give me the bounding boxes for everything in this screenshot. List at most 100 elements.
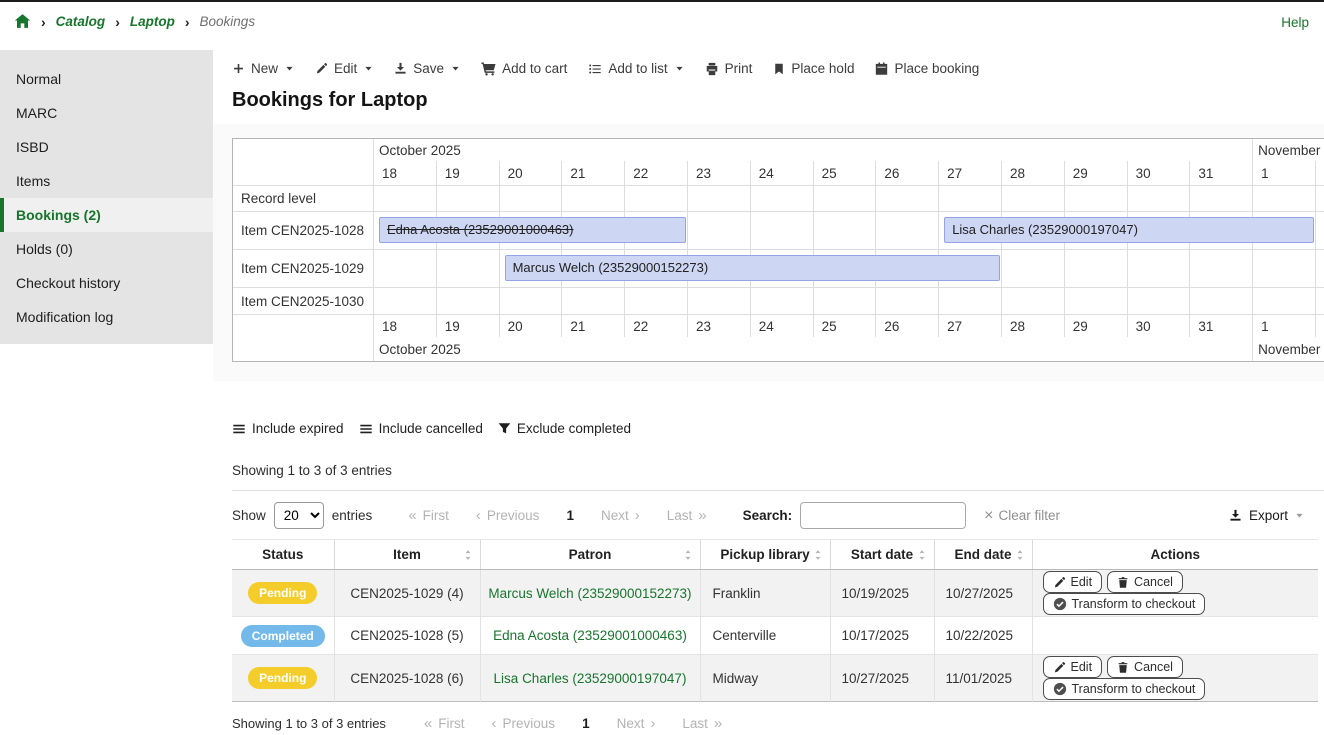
column-header-end-date[interactable]: End date	[934, 540, 1032, 570]
start-date-cell: 10/27/2025	[830, 655, 934, 702]
pagination-next[interactable]: Next›	[601, 508, 640, 523]
place-booking-button[interactable]: Place booking	[875, 61, 979, 76]
timeline-cell	[1189, 287, 1252, 314]
place-hold-button[interactable]: Place hold	[773, 61, 854, 76]
table-footer: Showing 1 to 3 of 3 entries «First‹Previ…	[232, 716, 1324, 731]
breadcrumb-laptop[interactable]: Laptop	[130, 14, 175, 29]
export-button[interactable]: Export	[1223, 507, 1310, 524]
sidebar-item-bookings-2[interactable]: Bookings (2)	[0, 198, 213, 232]
toolbar-button-label: Save	[413, 61, 444, 76]
check-circle-icon	[1053, 597, 1067, 611]
timeline-cell	[813, 287, 876, 314]
timeline-cell	[436, 249, 499, 287]
pagination-label: Last	[682, 716, 708, 731]
table-row: PendingCEN2025-1028 (6)Lisa Charles (235…	[232, 655, 1318, 702]
booking-bar[interactable]: Marcus Welch (23529000152273)	[505, 255, 1000, 281]
sidebar-item-normal[interactable]: Normal	[0, 62, 213, 96]
pagination-label: First	[438, 716, 464, 731]
timeline-day-label: 30	[1127, 161, 1190, 185]
breadcrumb-current: Bookings	[200, 14, 256, 29]
page-length-select[interactable]: 20	[274, 502, 324, 529]
timeline-footer-corner	[233, 337, 373, 361]
caret-down-icon	[364, 64, 373, 73]
column-header-pickup-library[interactable]: Pickup library	[700, 540, 830, 570]
timeline-day-label: 21	[561, 314, 624, 337]
pagination-label: 1	[582, 716, 590, 731]
new-button[interactable]: New	[232, 61, 294, 76]
include-expired-filter-button[interactable]: Include expired	[232, 421, 344, 436]
printer-icon	[705, 62, 719, 76]
timeline-day-label: 22	[624, 161, 687, 185]
timeline-day-label: 23	[687, 314, 750, 337]
edit-button[interactable]: Edit	[1043, 656, 1103, 678]
pagination-first[interactable]: «First	[408, 508, 449, 523]
timeline-cell	[1252, 287, 1315, 314]
status-badge: Pending	[248, 582, 317, 604]
column-header-start-date[interactable]: Start date	[830, 540, 934, 570]
pagination-previous[interactable]: ‹Previous	[476, 508, 540, 523]
save-button[interactable]: Save	[394, 61, 460, 76]
patron-cell: Marcus Welch (23529000152273)	[480, 570, 700, 617]
home-icon[interactable]	[14, 13, 31, 30]
column-header-item[interactable]: Item	[334, 540, 480, 570]
timeline-day-label: 26	[875, 314, 938, 337]
filter-label: Include cancelled	[379, 421, 483, 436]
table-controls: Show 20 entries «First‹Previous1Next›Las…	[232, 502, 1324, 529]
column-header-label: Item	[393, 547, 421, 562]
sidebar-item-holds-0[interactable]: Holds (0)	[0, 232, 213, 266]
column-header-label: Pickup library	[720, 547, 809, 562]
transform-to-checkout-button[interactable]: Transform to checkout	[1043, 593, 1206, 615]
edit-button[interactable]: Edit	[315, 61, 373, 76]
edit-button[interactable]: Edit	[1043, 571, 1103, 593]
timeline-row-label: Item CEN2025-1030	[233, 287, 373, 314]
pagination-first[interactable]: «First	[424, 716, 465, 731]
sort-icon	[462, 549, 474, 564]
clear-filter-button[interactable]: ×Clear filter	[978, 507, 1066, 525]
patron-link[interactable]: Edna Acosta (23529001000463)	[493, 628, 687, 643]
pagination-next[interactable]: Next›	[617, 716, 656, 731]
booking-bar[interactable]: Lisa Charles (23529000197047)	[944, 217, 1314, 243]
cancel-button[interactable]: Cancel	[1107, 571, 1183, 593]
download-icon	[1229, 509, 1242, 522]
timeline-cell	[1252, 249, 1315, 287]
timeline-day-label: 20	[499, 161, 562, 185]
booking-bar[interactable]: Edna Acosta (23529001000463)	[379, 217, 686, 243]
exclude-completed-filter-button[interactable]: Exclude completed	[498, 421, 631, 436]
column-header-patron[interactable]: Patron	[480, 540, 700, 570]
timeline-cell	[1001, 249, 1064, 287]
action-button-label: Edit	[1071, 575, 1093, 589]
pagination-last[interactable]: Last»	[667, 508, 707, 523]
transform-to-checkout-button[interactable]: Transform to checkout	[1043, 678, 1206, 700]
timeline-cell	[373, 287, 436, 314]
plus-icon	[232, 62, 245, 75]
search-input[interactable]	[800, 502, 966, 529]
pagination-current-page[interactable]: 1	[582, 716, 590, 731]
sidebar-item-modification-log[interactable]: Modification log	[0, 300, 213, 334]
column-header-label: End date	[954, 547, 1011, 562]
pagination-current-page[interactable]: 1	[566, 508, 574, 523]
end-date-cell: 11/01/2025	[934, 655, 1032, 702]
cancel-button[interactable]: Cancel	[1107, 656, 1183, 678]
timeline-day-label: 29	[1064, 314, 1127, 337]
add-to-list-button[interactable]: Add to list	[588, 61, 683, 76]
pagination-last[interactable]: Last»	[682, 716, 722, 731]
timeline-cell	[1189, 249, 1252, 287]
pagination-label: Previous	[487, 508, 540, 523]
sidebar-item-isbd[interactable]: ISBD	[0, 130, 213, 164]
patron-link[interactable]: Lisa Charles (23529000197047)	[494, 671, 687, 686]
breadcrumb-catalog[interactable]: Catalog	[56, 14, 106, 29]
sidebar-item-marc[interactable]: MARC	[0, 96, 213, 130]
sidebar-item-checkout-history[interactable]: Checkout history	[0, 266, 213, 300]
patron-link[interactable]: Marcus Welch (23529000152273)	[488, 586, 691, 601]
print-button[interactable]: Print	[705, 61, 753, 76]
add-to-cart-button[interactable]: Add to cart	[481, 61, 567, 76]
help-link[interactable]: Help	[1281, 15, 1309, 30]
sidebar-item-items[interactable]: Items	[0, 164, 213, 198]
pagination-previous[interactable]: ‹Previous	[492, 716, 556, 731]
pencil-icon	[1053, 661, 1066, 674]
x-icon: ×	[984, 508, 993, 524]
include-cancelled-filter-button[interactable]: Include cancelled	[359, 421, 483, 436]
timeline-day-label: 2	[1315, 314, 1324, 337]
caret-down-icon	[1295, 511, 1304, 520]
breadcrumb-separator: ›	[185, 14, 190, 30]
